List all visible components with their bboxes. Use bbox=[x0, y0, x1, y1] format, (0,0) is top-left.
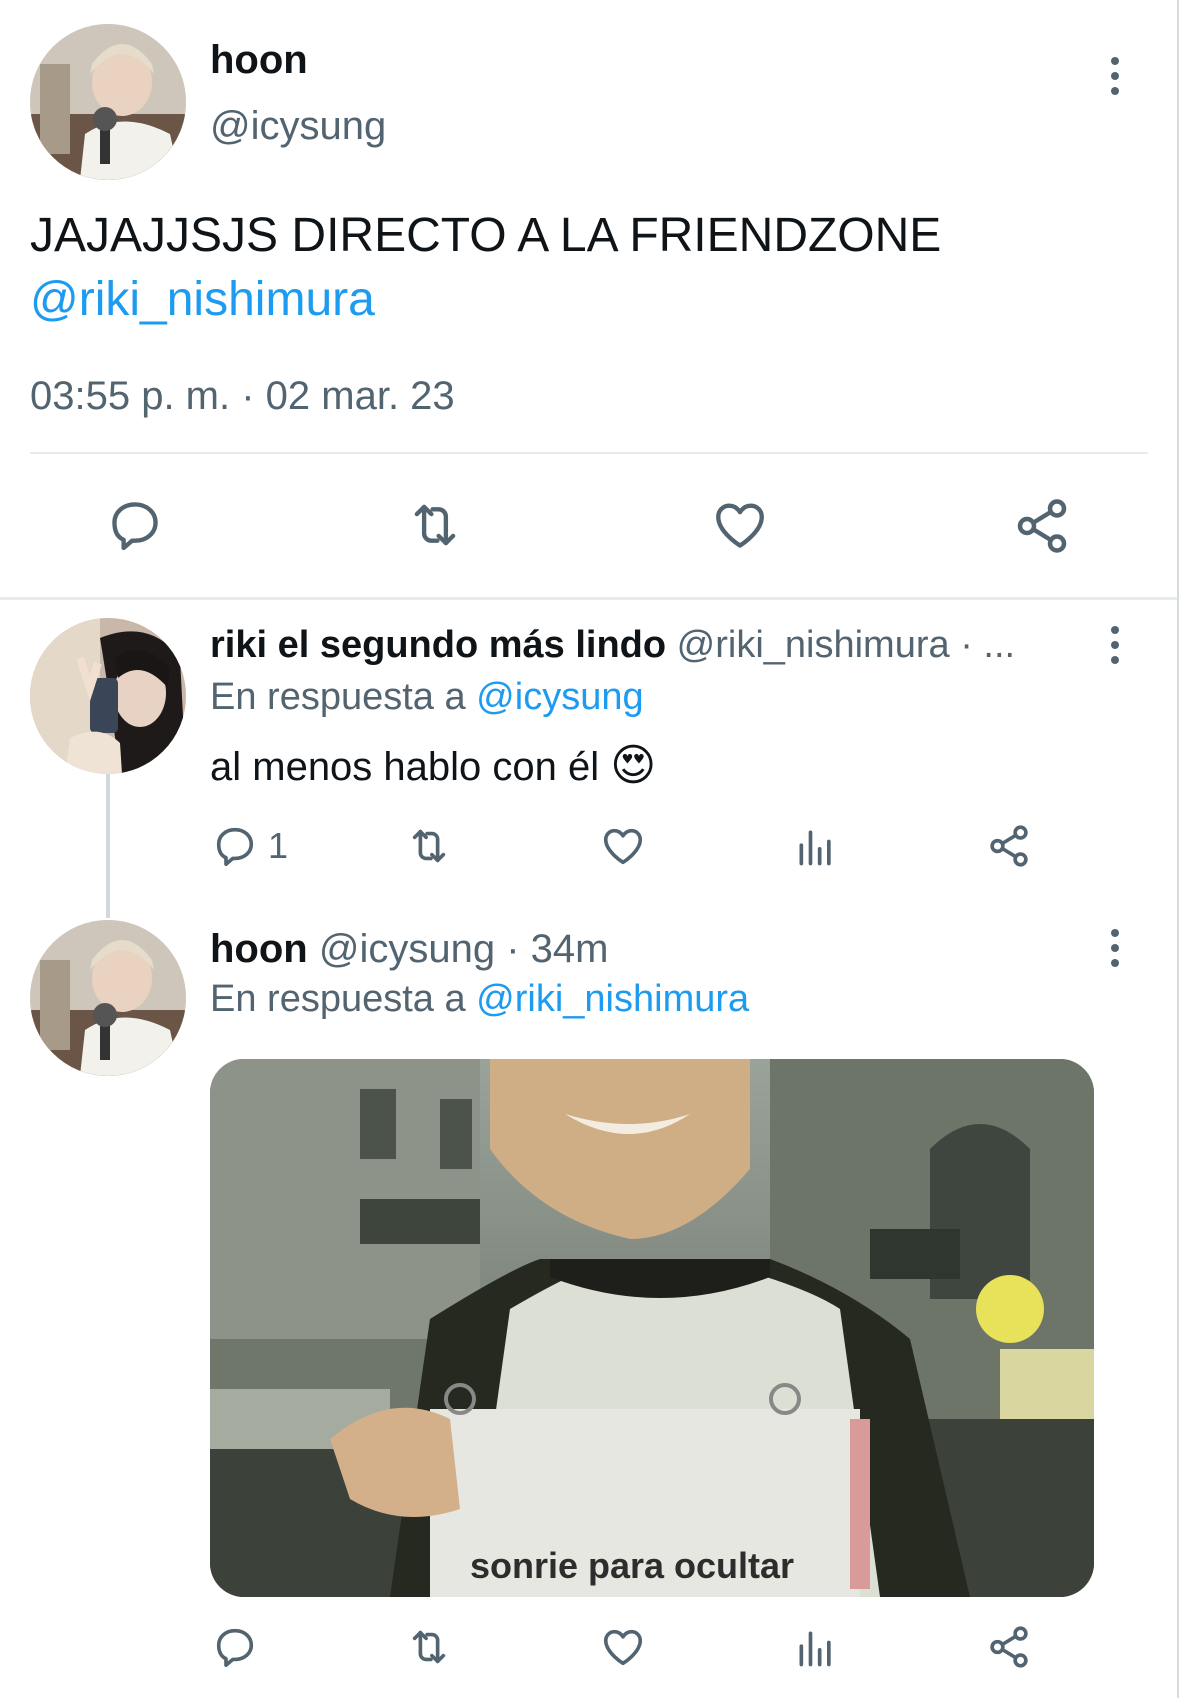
like-button[interactable] bbox=[599, 1624, 647, 1670]
share-icon bbox=[990, 825, 1028, 867]
share-button[interactable] bbox=[986, 1624, 1032, 1670]
reply-header: riki el segundo más lindo @riki_nishimur… bbox=[210, 624, 1015, 667]
reply-prefix: En respuesta a bbox=[210, 978, 466, 1020]
share-button[interactable] bbox=[986, 823, 1032, 869]
share-icon bbox=[990, 1626, 1028, 1668]
heart-icon bbox=[603, 1629, 643, 1666]
retweet-icon bbox=[412, 829, 446, 863]
more-icon[interactable] bbox=[1095, 621, 1135, 669]
section-divider bbox=[0, 597, 1179, 600]
reply-body: al menos hablo con él bbox=[210, 745, 600, 789]
like-button[interactable] bbox=[599, 823, 647, 869]
reply-icon bbox=[112, 502, 158, 551]
tweet-image[interactable]: sonrie para ocultar bbox=[210, 1059, 1094, 1597]
tweet-time[interactable]: · 34m bbox=[506, 927, 608, 971]
reply-header: hoon @icysung · 34m bbox=[210, 927, 608, 972]
handle[interactable]: @riki_nishimura bbox=[677, 624, 950, 666]
tweet-meta: · ... bbox=[949, 624, 1016, 666]
retweet-button[interactable] bbox=[404, 823, 454, 869]
reply-to-link[interactable]: @icysung bbox=[476, 676, 643, 718]
reply-count: 1 bbox=[268, 825, 289, 866]
display-name[interactable]: hoon bbox=[210, 38, 308, 83]
reply-context: En respuesta a @riki_nishimura bbox=[210, 978, 749, 1021]
tweet-text: JAJAJJSJS DIRECTO A LA FRIENDZONE bbox=[30, 209, 942, 262]
meme-photo bbox=[210, 1059, 1094, 1597]
handle[interactable]: @icysung bbox=[210, 104, 386, 149]
views-icon bbox=[799, 830, 831, 866]
handle[interactable]: @icysung bbox=[319, 927, 495, 971]
views-icon bbox=[799, 1631, 831, 1667]
avatar-hoon[interactable] bbox=[30, 920, 186, 1076]
reply-text: al menos hablo con él 😍 bbox=[210, 740, 656, 791]
retweet-icon bbox=[414, 504, 456, 546]
display-name[interactable]: riki el segundo más lindo bbox=[210, 624, 666, 666]
views-button[interactable] bbox=[794, 825, 838, 869]
reply-icon bbox=[216, 827, 254, 867]
divider bbox=[30, 452, 1148, 454]
avatar-hoon[interactable] bbox=[30, 24, 186, 180]
views-button[interactable] bbox=[794, 1626, 838, 1670]
timestamp[interactable]: 03:55 p. m. · 02 mar. 23 bbox=[30, 374, 455, 419]
more-icon[interactable] bbox=[1095, 52, 1135, 100]
thread-line bbox=[106, 770, 110, 918]
reply-context: En respuesta a @icysung bbox=[210, 676, 644, 719]
retweet-icon bbox=[412, 1630, 446, 1664]
retweet-button[interactable] bbox=[404, 496, 466, 554]
share-icon bbox=[1017, 499, 1067, 553]
image-caption: sonrie para ocultar bbox=[469, 1545, 795, 1586]
reply-button[interactable]: 1 bbox=[212, 823, 288, 869]
heart-icon bbox=[716, 503, 764, 548]
heart-eyes-emoji: 😍 bbox=[610, 741, 657, 790]
like-button[interactable] bbox=[710, 496, 770, 554]
reply-icon bbox=[216, 1628, 254, 1668]
share-button[interactable] bbox=[1012, 496, 1072, 556]
reply-button[interactable] bbox=[212, 1624, 258, 1670]
avatar-riki[interactable] bbox=[30, 618, 186, 774]
reply-prefix: En respuesta a bbox=[210, 676, 466, 718]
retweet-button[interactable] bbox=[404, 1624, 454, 1670]
display-name[interactable]: hoon bbox=[210, 927, 308, 971]
more-icon[interactable] bbox=[1095, 924, 1135, 972]
heart-icon bbox=[603, 828, 643, 865]
reply-button[interactable] bbox=[106, 496, 164, 554]
reply-to-link[interactable]: @riki_nishimura bbox=[476, 978, 749, 1020]
mention-link[interactable]: @riki_nishimura bbox=[30, 272, 375, 327]
